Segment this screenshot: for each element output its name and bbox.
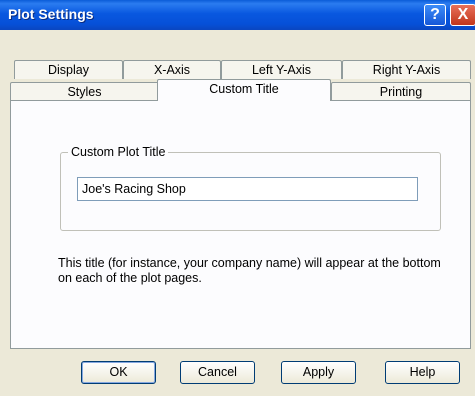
tab-custom-title[interactable]: Custom Title: [157, 79, 331, 101]
custom-plot-title-label: Custom Plot Title: [68, 145, 169, 159]
tab-display[interactable]: Display: [14, 60, 123, 79]
plot-settings-dialog: Plot Settings ? X Display X-Axis Left Y-…: [0, 0, 475, 396]
tab-styles[interactable]: Styles: [10, 82, 159, 101]
tab-x-axis[interactable]: X-Axis: [123, 60, 221, 79]
window-title: Plot Settings: [8, 6, 94, 22]
title-bar[interactable]: Plot Settings ? X: [0, 0, 475, 30]
ok-button[interactable]: OK: [81, 361, 156, 384]
custom-title-description: This title (for instance, your company n…: [58, 256, 441, 285]
tab-printing[interactable]: Printing: [331, 82, 471, 101]
tab-right-y-axis[interactable]: Right Y-Axis: [342, 60, 471, 79]
help-button[interactable]: Help: [385, 361, 460, 384]
cancel-button[interactable]: Cancel: [180, 361, 255, 384]
apply-button[interactable]: Apply: [281, 361, 356, 384]
custom-title-input[interactable]: [77, 177, 418, 201]
tab-left-y-axis[interactable]: Left Y-Axis: [221, 60, 342, 79]
help-icon[interactable]: ?: [424, 4, 446, 26]
close-icon[interactable]: X: [450, 4, 475, 26]
